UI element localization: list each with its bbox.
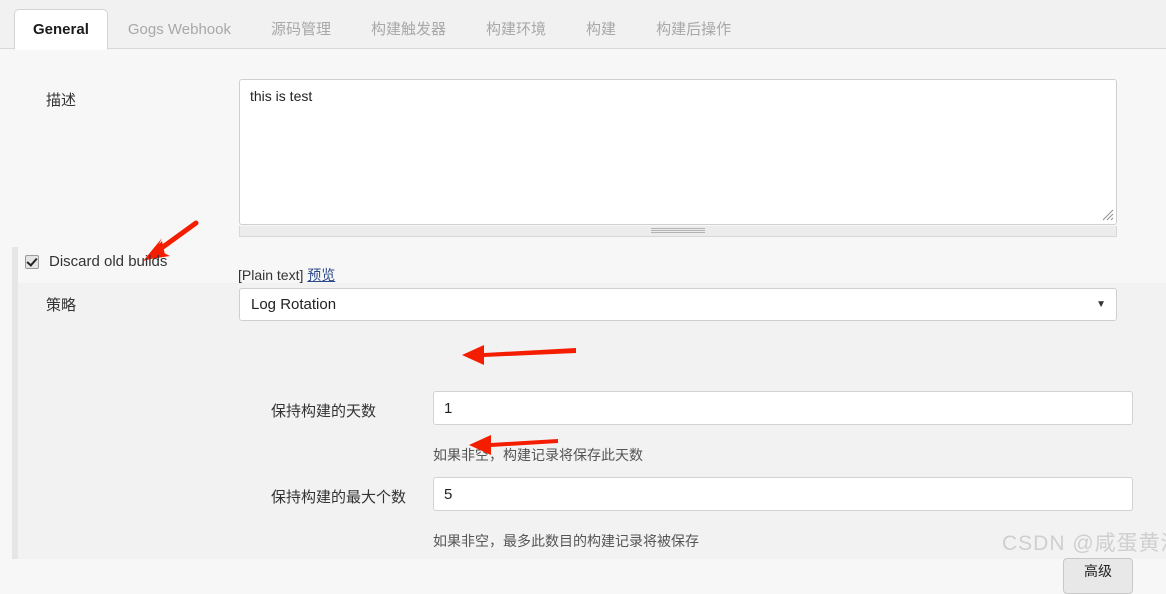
tab-source-management[interactable]: 源码管理 [251,10,351,50]
strategy-label: 策略 [46,297,77,314]
tab-general[interactable]: General [14,9,108,50]
advanced-button[interactable]: 高级 [1063,558,1133,594]
discard-old-builds-checkbox[interactable] [25,254,39,269]
tab-build-environment[interactable]: 构建环境 [466,10,566,50]
strategy-selected-value: Log Rotation [251,296,337,313]
description-textarea[interactable] [239,79,1117,225]
days-to-keep-label: 保持构建的天数 [271,403,377,420]
discard-old-builds-row[interactable]: Discard old builds [25,253,167,270]
max-builds-to-keep-help: 如果非空，最多此数目的构建记录将被保存 [433,533,699,549]
tab-post-build-actions[interactable]: 构建后操作 [636,10,751,50]
strategy-select[interactable]: Log Rotation ▼ [239,288,1117,321]
job-configuration-form: 描述 [Plain text] 预览 ? Discard old builds … [0,49,1166,594]
description-label: 描述 [46,92,77,109]
description-drag-handle[interactable] [239,226,1117,237]
max-builds-to-keep-label: 保持构建的最大个数 [271,489,407,506]
tab-list: General Gogs Webhook 源码管理 构建触发器 构建环境 构建 … [0,0,1166,50]
max-builds-to-keep-input[interactable] [433,477,1133,511]
chevron-down-icon: ▼ [1096,299,1106,310]
tab-build[interactable]: 构建 [566,10,636,50]
tab-build-triggers[interactable]: 构建触发器 [351,10,466,50]
days-to-keep-help: 如果非空，构建记录将保存此天数 [433,447,643,463]
days-to-keep-input[interactable] [433,391,1133,425]
tab-bar: General Gogs Webhook 源码管理 构建触发器 构建环境 构建 … [0,0,1166,50]
discard-old-builds-label[interactable]: Discard old builds [49,253,167,270]
tab-gogs-webhook[interactable]: Gogs Webhook [108,10,251,50]
